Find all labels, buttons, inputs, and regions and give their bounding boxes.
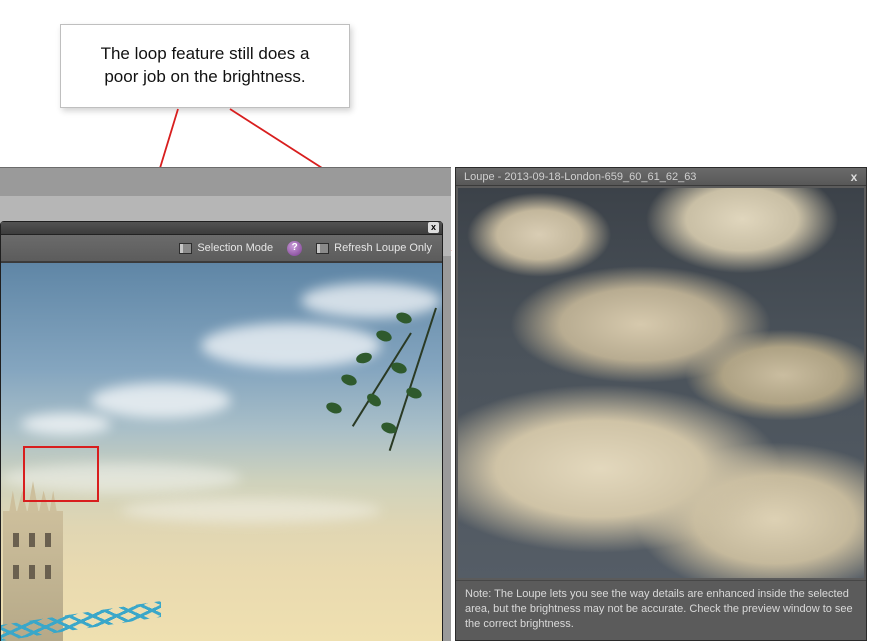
editor-window: x Selection Mode ? Refresh Loupe Only <box>0 221 443 641</box>
loupe-note: Note: The Loupe lets you see the way det… <box>456 580 866 640</box>
selection-rectangle[interactable] <box>23 446 99 502</box>
editor-preview-image[interactable] <box>1 263 442 641</box>
editor-panel: x Selection Mode ? Refresh Loupe Only <box>0 167 451 641</box>
annotation-callout: The loop feature still does a poor job o… <box>60 24 350 108</box>
loupe-panel: Loupe - 2013-09-18-London-659_60_61_62_6… <box>455 167 867 641</box>
editor-titlebar: x <box>1 222 442 235</box>
loupe-close-button[interactable]: x <box>847 171 861 183</box>
loupe-title-text: Loupe - 2013-09-18-London-659_60_61_62_6… <box>464 171 696 183</box>
annotation-text: The loop feature still does a poor job o… <box>83 43 327 89</box>
editor-close-button[interactable]: x <box>428 222 439 233</box>
refresh-loupe-label: Refresh Loupe Only <box>334 242 432 254</box>
editor-toolbar: Selection Mode ? Refresh Loupe Only <box>1 235 442 262</box>
refresh-loupe-toggle[interactable]: Refresh Loupe Only <box>316 242 432 254</box>
loupe-note-text: Note: The Loupe lets you see the way det… <box>465 588 853 630</box>
selection-mode-toggle[interactable]: Selection Mode <box>179 242 273 254</box>
loupe-preview-image[interactable] <box>458 188 864 578</box>
help-icon[interactable]: ? <box>287 241 302 256</box>
checkbox-icon <box>316 243 329 254</box>
loupe-titlebar: Loupe - 2013-09-18-London-659_60_61_62_6… <box>456 168 866 186</box>
selection-mode-label: Selection Mode <box>197 242 273 254</box>
checkbox-icon <box>179 243 192 254</box>
